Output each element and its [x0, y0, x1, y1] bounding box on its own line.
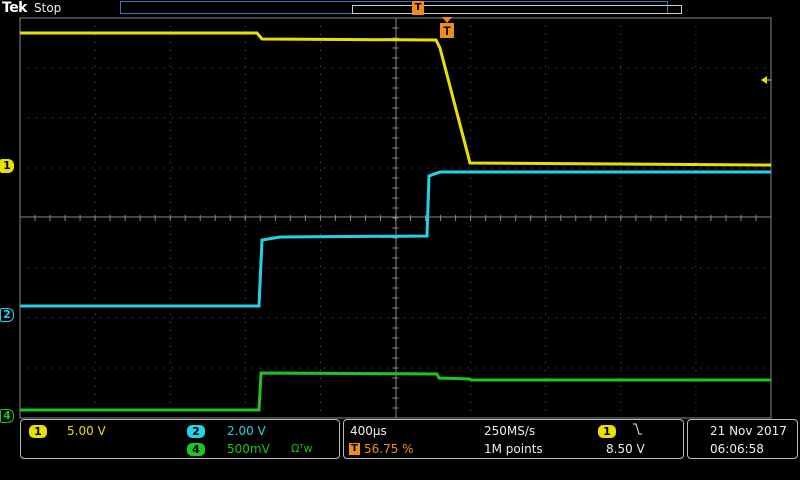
channel-4-scale: 500mV: [227, 442, 270, 456]
svg-text:T: T: [443, 24, 451, 38]
channel-4-badge[interactable]: 4: [187, 443, 205, 456]
channel-2-ground-marker[interactable]: 2: [0, 308, 14, 322]
channel-readout-panel[interactable]: 1 5.00 V 2 2.00 V 4 500mV Ωᵀw: [20, 419, 340, 459]
falling-edge-icon: [632, 422, 642, 436]
channel-1-scale: 5.00 V: [67, 424, 106, 438]
date-readout: 21 Nov 2017: [710, 424, 787, 438]
waveform-display: T: [19, 17, 772, 419]
horizontal-trigger-panel[interactable]: 400µs T 56.75 % 250MS/s 1M points 1 8.50…: [343, 419, 684, 459]
sample-rate: 250MS/s: [484, 424, 536, 438]
horizontal-scale: 400µs: [350, 424, 387, 438]
channel-2-badge[interactable]: 2: [187, 425, 205, 438]
trigger-source-badge[interactable]: 1: [598, 425, 616, 438]
datetime-panel: 21 Nov 2017 06:06:58: [687, 419, 798, 459]
time-readout: 06:06:58: [710, 442, 764, 456]
channel-4-termination: Ωᵀw: [291, 442, 313, 455]
trigger-level: 8.50 V: [606, 442, 645, 456]
trigger-position-value: 56.75 %: [364, 442, 414, 456]
channel-1-badge[interactable]: 1: [29, 425, 47, 438]
readout-area: 1 5.00 V 2 2.00 V 4 500mV Ωᵀw 400µs T 56…: [0, 419, 800, 480]
channel-1-ground-marker[interactable]: 1: [0, 159, 14, 173]
channel-2-scale: 2.00 V: [227, 424, 266, 438]
trigger-position-icon: T: [349, 443, 360, 455]
record-length: 1M points: [484, 442, 543, 456]
